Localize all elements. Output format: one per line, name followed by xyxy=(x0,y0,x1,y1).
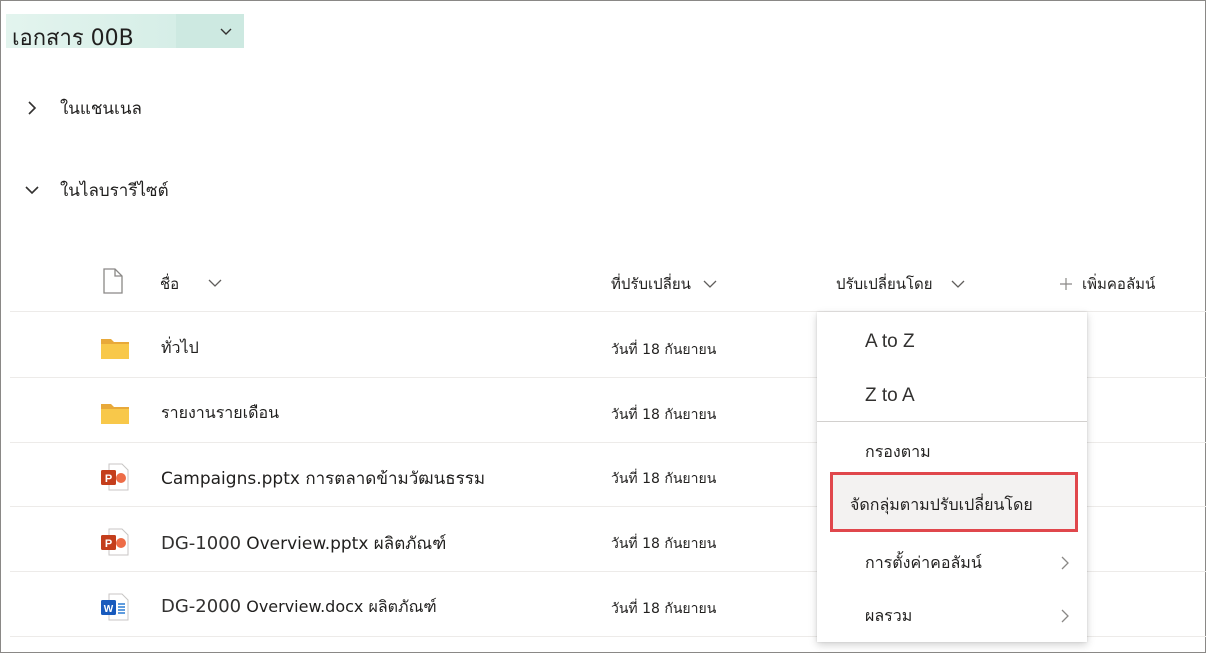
section-in-channel[interactable]: ในแชนเนล xyxy=(22,93,142,123)
chevron-down-icon[interactable] xyxy=(22,180,42,200)
file-name-group[interactable]: DG-2000 Overview.docx ผลิตภัณฑ์ xyxy=(161,595,437,620)
column-header-label: ที่ปรับเปลี่ยน xyxy=(611,275,691,293)
modified-date: วันที่ 18 กันยายน xyxy=(611,342,717,358)
menu-item-column-settings[interactable]: การตั้งค่าคอลัมน์ xyxy=(817,546,1087,580)
modified-date: วันที่ 18 กันยายน xyxy=(611,601,717,617)
chevron-right-icon xyxy=(1061,556,1069,570)
modified-date: วันที่ 18 กันยายน xyxy=(611,407,717,423)
column-header-label: ปรับเปลี่ยนโดย xyxy=(836,275,933,293)
menu-item-totals[interactable]: ผลรวม xyxy=(817,599,1087,633)
menu-item-label: กรองตาม xyxy=(865,441,931,461)
file-name-prefix: DG-2000 xyxy=(161,596,242,617)
menu-item-label: A to Z xyxy=(865,331,915,352)
chevron-right-icon xyxy=(1061,609,1069,623)
column-header-modified[interactable]: ที่ปรับเปลี่ยน xyxy=(611,272,717,296)
file-name-prefix: DG-1000 xyxy=(161,533,242,554)
library-title-button[interactable]: เอกสาร 00B xyxy=(6,14,244,51)
menu-item-label: การตั้งค่าคอลัมน์ xyxy=(865,552,982,572)
menu-item-label: จัดกลุ่มตามปรับเปลี่ยนโดย xyxy=(850,494,1033,514)
menu-item-label: ผลรวม xyxy=(865,605,913,625)
file-name[interactable]: Campaigns.pptx การตลาดข้ามวัฒนธรรม xyxy=(161,465,485,492)
add-column-button[interactable]: เพิ่มคอลัมน์ xyxy=(1060,272,1155,296)
modified-date: วันที่ 18 กันยายน xyxy=(611,471,717,487)
word-icon: W xyxy=(101,593,129,621)
menu-item-label: Z to A xyxy=(865,385,915,406)
file-name[interactable]: ทั่วไป xyxy=(161,336,199,361)
powerpoint-icon: P xyxy=(101,528,129,556)
menu-item-sort-z-to-a[interactable]: Z to A xyxy=(817,376,1087,416)
chevron-down-icon[interactable] xyxy=(218,23,234,39)
chevron-right-icon[interactable] xyxy=(22,98,42,118)
modified-date: วันที่ 18 กันยายน xyxy=(611,536,717,552)
menu-item-sort-a-to-z[interactable]: A to Z xyxy=(817,322,1087,362)
column-header-label: ชื่อ xyxy=(160,275,180,293)
plus-icon xyxy=(1060,278,1072,290)
section-in-site-library[interactable]: ในไลบรารีไซต์ xyxy=(22,175,169,205)
file-name[interactable]: รายงานรายเดือน xyxy=(161,401,279,426)
library-title: เอกสาร 00B xyxy=(12,26,134,51)
menu-item-filter-by[interactable]: กรองตาม xyxy=(817,434,1087,470)
chevron-down-icon xyxy=(951,280,965,288)
powerpoint-icon: P xyxy=(101,463,129,491)
menu-divider xyxy=(817,421,1087,422)
column-context-menu: A to Z Z to A กรองตาม จัดกลุ่มตามปรับเปล… xyxy=(817,312,1087,642)
svg-text:W: W xyxy=(104,604,114,615)
file-name-group[interactable]: DG-1000 Overview.pptx ผลิตภัณฑ์ xyxy=(161,530,446,557)
chevron-down-icon xyxy=(208,279,222,287)
section-label: ในไลบรารีไซต์ xyxy=(60,180,169,201)
chevron-down-icon xyxy=(703,280,717,288)
section-label: ในแชนเนล xyxy=(60,98,142,119)
svg-text:P: P xyxy=(105,538,112,550)
file-name: Overview.docx ผลิตภัณฑ์ xyxy=(246,597,437,616)
folder-icon xyxy=(101,339,129,359)
file-type-icon[interactable] xyxy=(102,268,124,294)
add-column-label: เพิ่มคอลัมน์ xyxy=(1082,275,1156,293)
menu-item-group-by-modified-by[interactable]: จัดกลุ่มตามปรับเปลี่ยนโดย xyxy=(817,488,1087,522)
column-header-name[interactable]: ชื่อ xyxy=(160,272,227,296)
folder-icon xyxy=(101,404,129,424)
table-header: ชื่อ ที่ปรับเปลี่ยน ปรับเปลี่ยนโดย เพิ่ม… xyxy=(10,258,1206,312)
file-name: Overview.pptx ผลิตภัณฑ์ xyxy=(246,534,447,554)
svg-text:P: P xyxy=(105,473,112,485)
column-header-modified-by[interactable]: ปรับเปลี่ยนโดย xyxy=(836,272,965,296)
